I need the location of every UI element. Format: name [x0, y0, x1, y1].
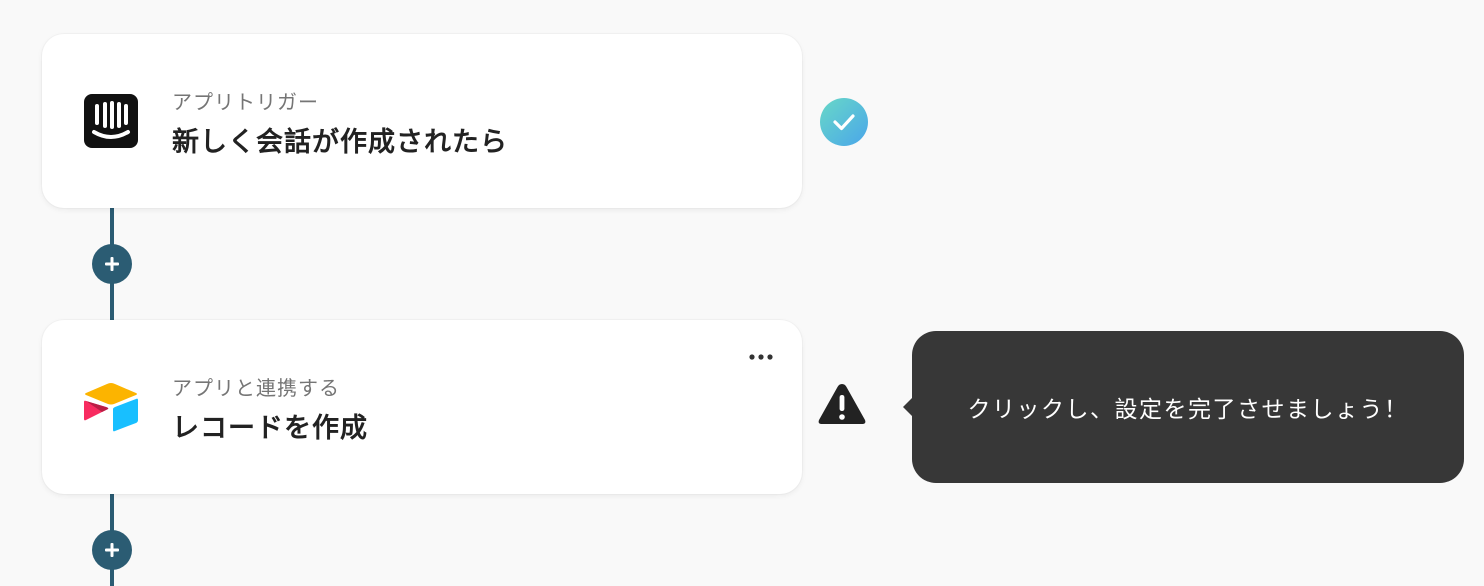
step-type-label: アプリと連携する: [172, 376, 340, 400]
plus-icon: [105, 257, 119, 271]
trigger-step-card[interactable]: アプリトリガー 新しく会話が作成されたら: [42, 34, 802, 208]
tooltip-arrow: [903, 397, 913, 417]
action-step-card[interactable]: アプリと連携する レコードを作成: [42, 320, 802, 494]
more-horizontal-icon: [749, 354, 773, 360]
airtable-icon: [82, 378, 140, 436]
check-icon: [820, 98, 868, 146]
step-title: レコードを作成: [172, 413, 368, 444]
more-options-button[interactable]: [746, 348, 776, 366]
step-type-label: アプリトリガー: [172, 90, 319, 114]
tooltip-text: クリックし、設定を完了させましょう！: [967, 397, 1409, 423]
plus-icon: [105, 543, 119, 557]
warning-icon: [816, 380, 868, 428]
step-title: 新しく会話が作成されたら: [172, 127, 508, 158]
setup-hint-tooltip[interactable]: クリックし、設定を完了させましょう！: [903, 331, 1464, 483]
add-step-button[interactable]: [92, 530, 132, 570]
add-step-button[interactable]: [92, 244, 132, 284]
intercom-icon: [82, 92, 140, 150]
